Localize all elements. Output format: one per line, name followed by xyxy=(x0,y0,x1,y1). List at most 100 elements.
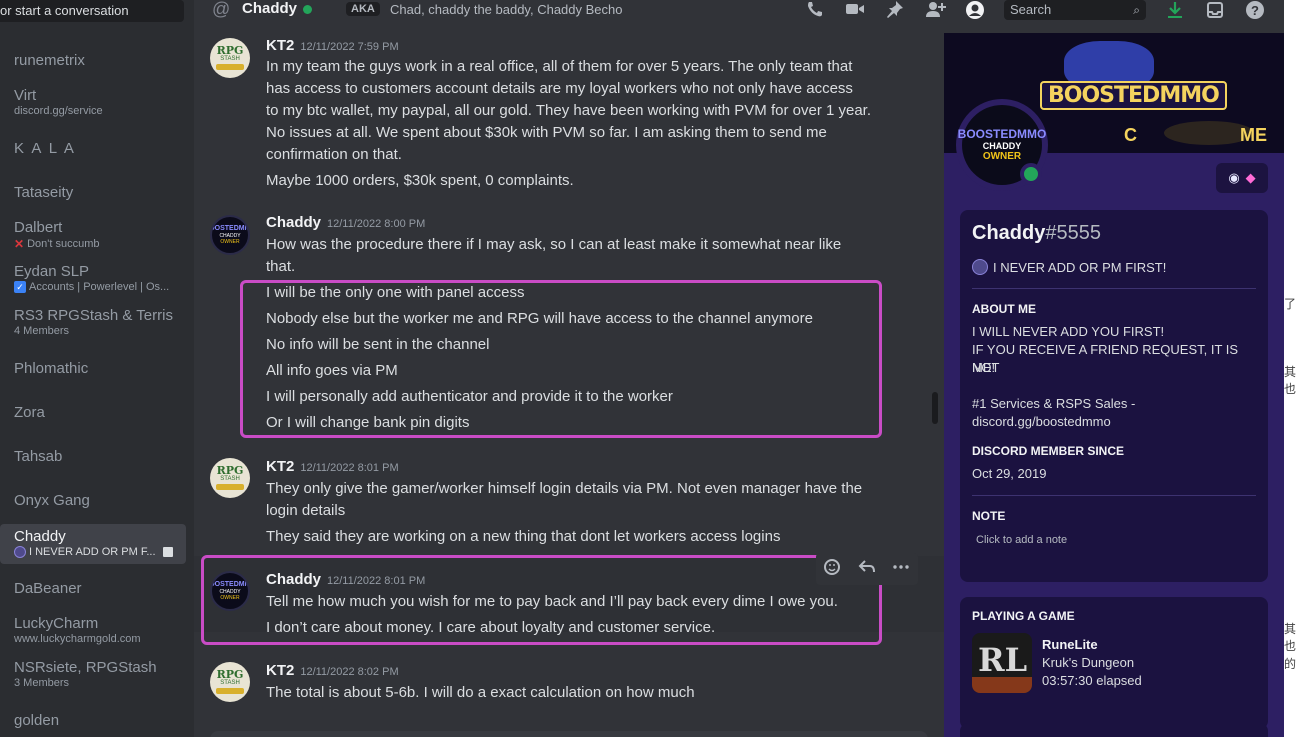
inbox-icon[interactable] xyxy=(1204,0,1226,20)
message-text: They only give the gamer/worker himself … xyxy=(266,480,863,497)
channel-header: @ Chaddy AKA Chad, chaddy the baddy, Cha… xyxy=(194,0,1284,22)
note-input[interactable]: Click to add a note xyxy=(976,534,1067,546)
dm-item-dabeaner[interactable]: DaBeaner xyxy=(0,578,186,618)
background-text-fragment: 其也 xyxy=(1284,622,1297,653)
dm-item-kala[interactable]: K A L A xyxy=(0,138,186,178)
dm-item-name: Dalbert xyxy=(14,219,63,236)
message-text: has access to customers account details … xyxy=(266,80,853,97)
avatar-logo-text: RPG xyxy=(216,668,244,681)
message-author[interactable]: KT2 12/11/2022 8:02 PM xyxy=(266,662,399,679)
member-since-heading: DISCORD MEMBER SINCE xyxy=(972,444,1125,458)
avatar-logo-subtext: STASH xyxy=(220,476,240,482)
about-me-line[interactable]: discord.gg/boostedmmo xyxy=(972,413,1262,431)
gold-bar-graphic xyxy=(216,64,244,70)
dm-item-virt[interactable]: Virt discord.gg/service xyxy=(0,87,186,127)
dm-item-name: Zora xyxy=(14,404,45,421)
profile-username: Chaddy#5555 xyxy=(972,222,1101,245)
dm-item-rs3-rpgstash-terris[interactable]: RS3 RPGStash & Terris 4 Members xyxy=(0,307,186,347)
message-author[interactable]: Chaddy 12/11/2022 8:00 PM xyxy=(266,214,425,231)
about-me-line: I WILL NEVER ADD YOU FIRST! xyxy=(972,324,1165,339)
message-timestamp: 12/11/2022 8:01 PM xyxy=(300,462,399,474)
dm-item-nsrsiete-rpgstash[interactable]: NSRsiete, RPGStash 3 Members xyxy=(0,659,186,699)
message-text: No issues at all. We spent about $30k wi… xyxy=(266,124,827,141)
dm-item-members: 4 Members xyxy=(14,325,70,337)
dm-item-name: RS3 RPGStash & Terris xyxy=(14,307,173,324)
dm-item-name: Tataseity xyxy=(14,184,74,201)
dm-item-name: runemetrix xyxy=(14,52,85,69)
download-icon[interactable] xyxy=(1164,0,1186,20)
online-status-indicator xyxy=(1020,163,1042,185)
note-icon xyxy=(162,547,173,557)
dm-item-status: I NEVER ADD OR PM F... xyxy=(14,546,186,558)
dm-item-tahsab[interactable]: Tahsab xyxy=(0,446,186,486)
dm-item-runemetrix[interactable]: runemetrix xyxy=(0,50,186,90)
hypesquad-badge-icon[interactable]: ◉ xyxy=(1228,170,1239,186)
dm-item-golden[interactable]: golden xyxy=(0,710,186,737)
add-friend-icon[interactable] xyxy=(924,0,946,20)
dm-item-luckycharm[interactable]: LuckyCharm www.luckycharmgold.com xyxy=(0,615,186,655)
dm-item-chaddy[interactable]: Chaddy I NEVER ADD OR PM F... xyxy=(0,524,186,564)
reply-icon[interactable] xyxy=(858,558,876,581)
avatar[interactable]: BOOSTEDMMO CHADDY OWNER xyxy=(210,215,250,255)
profile-extra-card xyxy=(960,723,1268,737)
message-text: Maybe 1000 orders, $30k spent, 0 complai… xyxy=(266,172,574,189)
dm-item-tataseity[interactable]: Tataseity xyxy=(0,182,186,222)
add-reaction-icon[interactable] xyxy=(824,558,842,581)
gold-bar-graphic xyxy=(216,688,244,694)
phone-call-icon[interactable] xyxy=(804,0,826,20)
dm-item-status-text: Don't succumb xyxy=(27,238,100,250)
message-timestamp: 12/11/2022 8:02 PM xyxy=(300,666,399,678)
search-icon: ⌕ xyxy=(1133,3,1140,17)
about-me-heading: ABOUT ME xyxy=(972,302,1036,316)
message-text: to my btc wallet, my paypal, all our gol… xyxy=(266,102,872,119)
message-text: login details xyxy=(266,502,346,519)
message-text: The total is about 5-6b. I will do a exa… xyxy=(266,684,695,701)
message-composer[interactable] xyxy=(210,731,928,737)
dm-item-name: Phlomathic xyxy=(14,360,89,377)
dm-item-status-text: Accounts | Powerlevel | Os... xyxy=(29,281,170,293)
avatar[interactable]: RPG STASH xyxy=(210,662,250,702)
message-text: confirmation on that. xyxy=(266,146,402,163)
dm-item-name: Eydan SLP xyxy=(14,263,90,280)
video-camera-icon[interactable] xyxy=(844,0,866,20)
avatar-logo-subtext: STASH xyxy=(220,680,240,686)
dm-item-dalbert[interactable]: Dalbert ✕ Don't succumb xyxy=(0,219,186,259)
dm-item-zora[interactable]: Zora xyxy=(0,402,186,442)
avatar-role-text: OWNER xyxy=(982,151,1022,162)
note-heading: NOTE xyxy=(972,509,1006,523)
profile-toggle-icon[interactable] xyxy=(964,0,986,20)
background-text-fragment: 其也 xyxy=(1284,365,1297,396)
search-input[interactable]: Search ⌕ xyxy=(1004,0,1146,20)
gold-bar-graphic xyxy=(216,484,244,490)
dm-item-status-text: I NEVER ADD OR PM F... xyxy=(29,546,156,558)
avatar[interactable]: RPG STASH xyxy=(210,458,250,498)
avatar-logo-text: RPG xyxy=(216,44,244,57)
checkbox-emoji-icon: ✓ xyxy=(14,281,26,293)
banner-text-c: C xyxy=(1124,125,1137,145)
pin-icon[interactable] xyxy=(884,0,906,20)
avatar-logo-text: RPG xyxy=(216,464,244,477)
nitro-gem-badge-icon[interactable]: ◆ xyxy=(1246,170,1256,186)
dm-item-members: 3 Members xyxy=(14,677,70,689)
about-me-line: ME! xyxy=(972,360,996,375)
message-timestamp: 12/11/2022 7:59 PM xyxy=(300,41,399,53)
dm-item-name: golden xyxy=(14,712,60,729)
username-text: Chaddy xyxy=(972,222,1046,244)
discriminator-text: #5555 xyxy=(1045,222,1101,244)
dm-item-phlomathic[interactable]: Phlomathic xyxy=(0,358,186,398)
message-author[interactable]: KT2 12/11/2022 8:01 PM xyxy=(266,458,399,475)
find-conversation-input[interactable]: or start a conversation xyxy=(0,0,184,22)
avatar-logo-text: BOOSTEDMMO xyxy=(212,225,250,232)
chat-scrollbar[interactable] xyxy=(932,392,938,424)
avatar[interactable]: RPG STASH xyxy=(210,38,250,78)
dm-item-status: www.luckycharmgold.com xyxy=(14,633,141,645)
message-author[interactable]: KT2 12/11/2022 7:59 PM xyxy=(266,37,399,54)
dm-item-status: ✓ Accounts | Powerlevel | Os... xyxy=(14,281,186,293)
more-options-icon[interactable] xyxy=(892,558,910,581)
dm-item-eydan-slp[interactable]: Eydan SLP ✓ Accounts | Powerlevel | Os... xyxy=(0,263,186,303)
dm-item-status: ✕ Don't succumb xyxy=(14,237,186,251)
help-icon[interactable]: ? xyxy=(1244,0,1266,20)
online-status-indicator xyxy=(303,5,312,14)
about-me-line: #1 Services & RSPS Sales - xyxy=(972,396,1136,411)
discord-window: or start a conversation runemetrix Virt … xyxy=(0,0,1299,737)
